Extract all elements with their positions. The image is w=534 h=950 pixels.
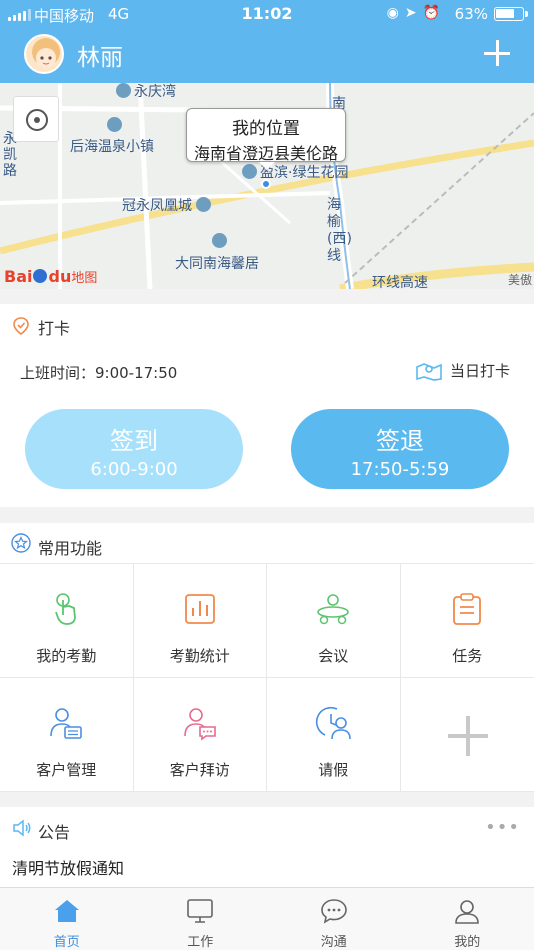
map-label-yongqingwan: 永庆湾 [116, 83, 176, 101]
func-add-button[interactable] [400, 678, 534, 792]
func-task[interactable]: 任务 [400, 564, 534, 678]
plus-icon [447, 716, 488, 756]
baidu-map-logo: Bai du地图 [4, 267, 98, 286]
tab-label: 我的 [454, 935, 481, 950]
tab-label: 沟通 [320, 935, 347, 950]
map-pin-icon [416, 362, 442, 381]
sign-in-time: 6:00-9:00 [90, 459, 178, 480]
sign-in-label: 签到 [110, 427, 158, 455]
star-icon [11, 533, 31, 553]
checkin-title: 打卡 [38, 319, 71, 338]
hand-tap-icon [55, 593, 77, 625]
location-check-icon [13, 317, 29, 335]
home-icon [54, 900, 79, 922]
func-label: 客户拜访 [169, 761, 230, 779]
map-label-guanyong: 冠永凤凰城 [122, 195, 214, 215]
clipboard-icon [453, 593, 482, 625]
user-icon [455, 900, 480, 924]
callout-address: 海南省澄迈县美伦路 [193, 144, 338, 163]
functions-grid: 我的考勤 考勤统计 会议 任务 客户管理 客户拜访 请假 [0, 563, 534, 792]
meeting-icon [317, 594, 350, 625]
tab-chat[interactable]: 沟通 [267, 888, 401, 950]
customer-chat-icon [183, 708, 216, 741]
functions-title: 常用功能 [38, 539, 103, 558]
bar-chart-icon [184, 594, 215, 624]
func-label: 我的考勤 [36, 647, 97, 665]
map-label-haiyu: 海榆(西)线 [327, 197, 352, 264]
checkin-card: 打卡 上班时间：9:00-17:50 当日打卡 签到 6:00-9:00 签退 … [0, 304, 534, 507]
work-time: 上班时间：9:00-17:50 [20, 364, 178, 382]
daily-checkin-button[interactable]: 当日打卡 [416, 360, 510, 381]
sign-out-time: 17:50-5:59 [350, 459, 450, 480]
location-map[interactable]: 永庆湾 后海温泉小镇 永凯路 盈滨·绿生花园 冠永凤凰城 大同南海馨居 海榆(西… [0, 83, 534, 289]
sign-out-label: 签退 [376, 427, 424, 455]
map-label-huanxian: 环线高速 [372, 275, 428, 289]
tab-label: 工作 [187, 935, 214, 950]
func-leave[interactable]: 请假 [267, 678, 401, 792]
avatar[interactable] [24, 34, 64, 74]
func-customer-visit[interactable]: 客户拜访 [133, 678, 267, 792]
map-label-houhai: 后海温泉小镇 [70, 139, 154, 155]
notice-title: 公告 [38, 823, 71, 842]
leave-clock-icon [316, 706, 352, 740]
current-location-marker [261, 179, 271, 189]
tab-bar: 首页 工作 沟通 我的 [0, 887, 534, 950]
map-label-lvsheng: 盈滨·绿生花园 [242, 162, 348, 182]
top-header: 中国移动 4G 11:02 ◉➤⏰ 63% 林丽 [0, 0, 534, 83]
chat-bubble-icon [320, 899, 347, 924]
locate-button[interactable] [13, 96, 59, 142]
more-icon[interactable]: ••• [485, 817, 520, 838]
map-poi-houhai [107, 117, 122, 134]
notice-card: 公告 ••• 清明节放假通知 [0, 807, 534, 887]
func-label: 任务 [452, 647, 483, 665]
daily-checkin-label: 当日打卡 [449, 362, 510, 380]
sign-in-button[interactable]: 签到 6:00-9:00 [25, 409, 243, 489]
location-callout: 我的位置 海南省澄迈县美伦路 [186, 108, 346, 170]
func-label: 会议 [318, 647, 349, 665]
func-attendance-stats[interactable]: 考勤统计 [133, 564, 267, 678]
status-icons: ◉➤⏰ [386, 5, 446, 21]
monitor-icon [187, 899, 214, 923]
func-meeting[interactable]: 会议 [267, 564, 401, 678]
map-poi-datong [212, 233, 230, 250]
status-bar: 中国移动 4G 11:02 ◉➤⏰ 63% [0, 0, 534, 28]
sign-out-button[interactable]: 签退 17:50-5:59 [291, 409, 509, 489]
battery-icon [494, 7, 528, 21]
func-label: 请假 [318, 761, 349, 779]
tab-mine[interactable]: 我的 [401, 888, 534, 950]
user-name: 林丽 [77, 45, 123, 71]
map-label-meiao: 美傲 [508, 273, 533, 287]
func-label: 考勤统计 [169, 647, 230, 665]
callout-title: 我的位置 [232, 119, 300, 139]
customer-card-icon [50, 708, 83, 739]
func-my-attendance[interactable]: 我的考勤 [0, 564, 134, 678]
battery-percent: 63% [454, 5, 488, 23]
common-functions-card: 常用功能 我的考勤 考勤统计 会议 任务 客户管理 客户拜访 请假 [0, 523, 534, 792]
speaker-icon [13, 819, 31, 837]
func-customer-management[interactable]: 客户管理 [0, 678, 134, 792]
notice-item[interactable]: 清明节放假通知 [12, 855, 124, 879]
add-button[interactable] [482, 38, 512, 68]
map-label-datong: 大同南海馨居 [175, 256, 259, 272]
tab-label: 首页 [53, 935, 80, 950]
tab-work[interactable]: 工作 [134, 888, 268, 950]
func-label: 客户管理 [36, 761, 97, 779]
tab-home[interactable]: 首页 [0, 888, 134, 950]
